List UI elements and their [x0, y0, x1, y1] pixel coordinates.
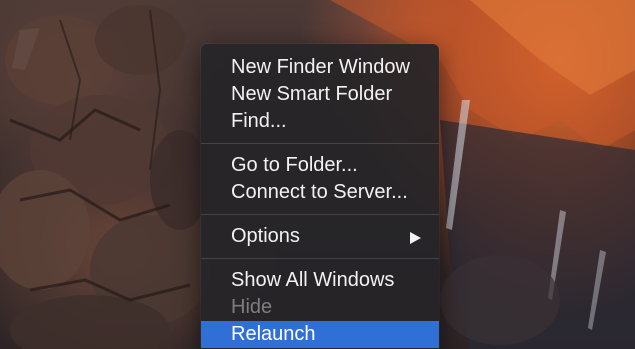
options-label: Options [231, 225, 300, 247]
connect-to-server-menu-item[interactable]: Connect to Server... [201, 179, 439, 206]
new-finder-window-menu-item[interactable]: New Finder Window [201, 54, 439, 81]
relaunch-menu-item[interactable]: Relaunch [201, 321, 439, 348]
menu-separator [201, 258, 439, 259]
find-menu-item[interactable]: Find... [201, 108, 439, 135]
finder-dock-context-menu: New Finder Window New Smart Folder Find.… [201, 44, 439, 349]
options-menu-item[interactable]: Options [201, 223, 439, 250]
triangle-right-icon [410, 232, 421, 244]
show-all-windows-menu-item[interactable]: Show All Windows [201, 267, 439, 294]
menu-separator [201, 143, 439, 144]
hide-menu-item: Hide [231, 296, 273, 318]
new-smart-folder-menu-item[interactable]: New Smart Folder [201, 81, 439, 108]
menu-separator [201, 214, 439, 215]
go-to-folder-menu-item[interactable]: Go to Folder... [201, 152, 439, 179]
